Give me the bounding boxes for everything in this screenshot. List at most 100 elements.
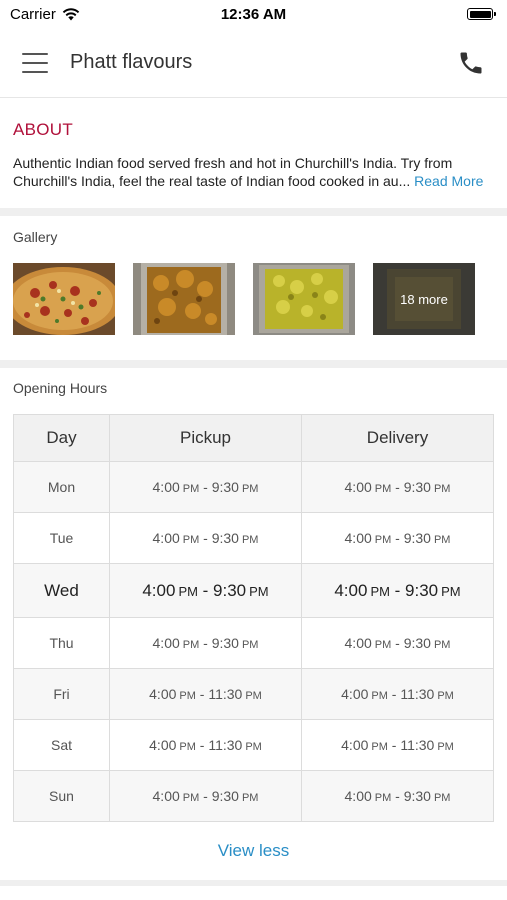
delivery-start-time: 4:00 [341,686,369,702]
phone-icon[interactable] [457,49,485,77]
delivery-start-time: 4:00 [344,635,372,651]
pm-suffix: PM [179,690,196,702]
pickup-start-time: 4:00 [149,686,177,702]
delivery-hours-cell: 4:00 PM - 11:30 PM [301,719,494,771]
pickup-hours-cell: 4:00 PM - 9:30 PM [109,770,302,822]
delivery-start-time: 4:00 [344,788,372,804]
pickup-start-time: 4:00 [149,737,177,753]
delivery-hours-cell: 4:00 PM - 9:30 PM [301,617,494,669]
gallery-more-thumb[interactable]: 18 more [373,263,475,335]
table-row: Tue 4:00 PM - 9:30 PM 4:00 PM - 9:30 PM [13,512,494,564]
gallery-label: Gallery [13,229,58,245]
table-row: Thu 4:00 PM - 9:30 PM 4:00 PM - 9:30 PM [13,617,494,669]
pm-suffix: PM [374,534,392,546]
time-separator: - [195,686,209,702]
pickup-hours-cell: 4:00 PM - 9:30 PM [109,512,302,564]
pm-suffix: PM [374,792,392,804]
delivery-hours-cell: 4:00 PM - 11:30 PM [301,668,494,720]
nav-bar: Phatt flavours [0,28,507,98]
pm-suffix: PM [241,792,259,804]
pm-suffix: PM [182,792,200,804]
table-row: Wed 4:00 PM - 9:30 PM 4:00 PM - 9:30 PM [13,563,494,618]
pickup-end-time: 9:30 [211,530,239,546]
time-separator: - [199,788,212,804]
about-text-line-1: Authentic Indian food served fresh and h… [13,155,453,171]
gallery-thumb-rice[interactable] [253,263,355,335]
time-separator: - [199,635,212,651]
pm-suffix: PM [245,741,262,753]
delivery-end-time: 9:30 [403,479,431,495]
pickup-end-time: 11:30 [208,737,243,753]
time-separator: - [199,530,212,546]
time-separator: - [391,788,404,804]
pickup-hours-cell: 4:00 PM - 9:30 PM [109,563,302,618]
opening-hours-section: Opening Hours Day Pickup Delivery Mon 4:0… [0,368,507,822]
table-header-row: Day Pickup Delivery [13,414,494,462]
view-less-link[interactable]: View less [0,841,507,861]
pm-suffix: PM [433,534,451,546]
delivery-end-time: 11:30 [400,737,435,753]
delivery-start-time: 4:00 [344,530,372,546]
pm-suffix: PM [433,792,451,804]
battery-icon [467,8,496,20]
pm-suffix: PM [241,534,259,546]
delivery-end-time: 9:30 [405,580,439,600]
delivery-end-time: 11:30 [400,686,435,702]
time-separator: - [389,580,406,600]
gallery-thumb-curry[interactable] [133,263,235,335]
hours-table-body: Mon 4:00 PM - 9:30 PM 4:00 PM - 9:30 PM Tue 4:00… [13,461,494,822]
pickup-hours-cell: 4:00 PM - 11:30 PM [109,668,302,720]
delivery-hours-cell: 4:00 PM - 9:30 PM [301,770,494,822]
pm-suffix: PM [374,639,392,651]
about-title: ABOUT [13,120,74,139]
header-delivery: Delivery [301,414,494,462]
pm-suffix: PM [433,639,451,651]
wifi-icon [62,7,80,20]
day-cell: Wed [13,563,110,618]
table-row: Sun 4:00 PM - 9:30 PM 4:00 PM - 9:30 PM [13,770,494,822]
pickup-end-time: 11:30 [208,686,243,702]
pickup-hours-cell: 4:00 PM - 11:30 PM [109,719,302,771]
delivery-end-time: 9:30 [403,530,431,546]
day-cell: Sat [13,719,110,771]
pm-suffix: PM [245,690,262,702]
pm-suffix: PM [371,690,388,702]
pm-suffix: PM [241,483,259,495]
pickup-hours-cell: 4:00 PM - 9:30 PM [109,461,302,513]
time-separator: - [197,580,214,600]
pm-suffix: PM [437,741,454,753]
pickup-end-time: 9:30 [211,479,239,495]
about-text-truncated: Churchill's India, feel the real taste o… [13,173,411,189]
section-divider [0,208,507,216]
delivery-hours-cell: 4:00 PM - 9:30 PM [301,563,494,618]
carrier-label: Carrier [10,5,56,23]
table-row: Sat 4:00 PM - 11:30 PM 4:00 PM - 11:30 PM [13,719,494,771]
header-pickup: Pickup [109,414,302,462]
pm-suffix: PM [433,483,451,495]
read-more-link[interactable]: Read More [414,173,483,189]
menu-icon[interactable] [22,52,48,73]
page-title: Phatt flavours [70,51,193,73]
pm-suffix: PM [370,583,390,599]
section-divider [0,360,507,368]
about-text: Authentic Indian food served fresh and h… [13,154,493,190]
time-separator: - [391,530,404,546]
pm-suffix: PM [178,583,198,599]
gallery-thumb-pizza[interactable] [13,263,115,335]
time-separator: - [387,686,401,702]
delivery-start-time: 4:00 [344,479,372,495]
day-cell: Tue [13,512,110,564]
about-section: ABOUT Authentic Indian food served fresh… [0,104,507,190]
pickup-start-time: 4:00 [152,530,180,546]
time-separator: - [387,737,401,753]
delivery-hours-cell: 4:00 PM - 9:30 PM [301,461,494,513]
day-cell: Fri [13,668,110,720]
gallery-more-count: 18 more [400,291,448,307]
delivery-start-time: 4:00 [341,737,369,753]
day-cell: Thu [13,617,110,669]
opening-hours-label: Opening Hours [13,380,108,396]
time-separator: - [199,479,212,495]
pm-suffix: PM [182,639,200,651]
gallery-thumbnails: 18 more [13,263,494,335]
section-divider [0,880,507,886]
